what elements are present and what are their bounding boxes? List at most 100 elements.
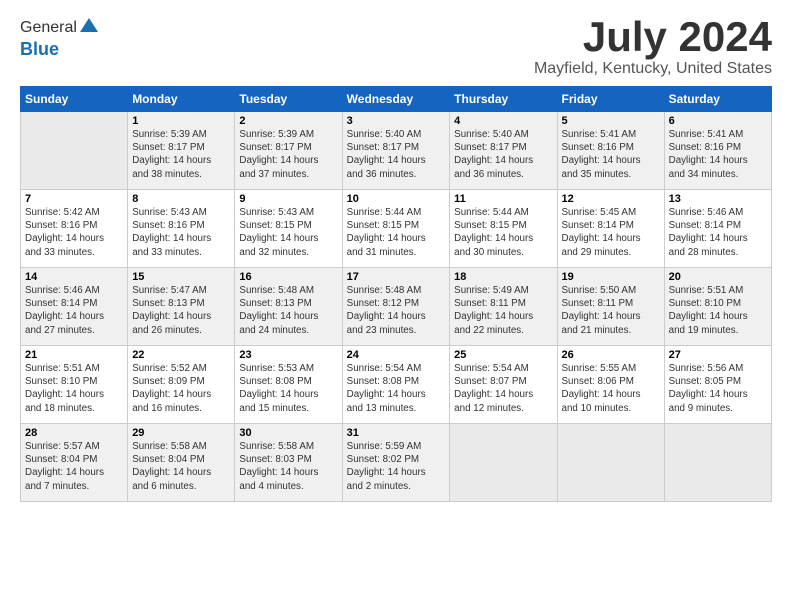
logo: General Blue — [20, 16, 98, 60]
calendar-cell: 2Sunrise: 5:39 AM Sunset: 8:17 PM Daylig… — [235, 112, 342, 190]
day-number: 28 — [25, 427, 123, 439]
day-info: Sunrise: 5:57 AM Sunset: 8:04 PM Dayligh… — [25, 440, 123, 493]
calendar-cell: 18Sunrise: 5:49 AM Sunset: 8:11 PM Dayli… — [450, 268, 557, 346]
calendar-cell: 20Sunrise: 5:51 AM Sunset: 8:10 PM Dayli… — [664, 268, 771, 346]
calendar-header-tuesday: Tuesday — [235, 87, 342, 112]
day-number: 26 — [562, 349, 660, 361]
calendar-table: SundayMondayTuesdayWednesdayThursdayFrid… — [20, 86, 772, 502]
calendar-cell: 6Sunrise: 5:41 AM Sunset: 8:16 PM Daylig… — [664, 112, 771, 190]
day-number: 9 — [239, 193, 337, 205]
day-info: Sunrise: 5:46 AM Sunset: 8:14 PM Dayligh… — [669, 206, 767, 259]
day-number: 16 — [239, 271, 337, 283]
calendar-week-row: 1Sunrise: 5:39 AM Sunset: 8:17 PM Daylig… — [21, 112, 772, 190]
day-number: 31 — [347, 427, 446, 439]
calendar-cell: 12Sunrise: 5:45 AM Sunset: 8:14 PM Dayli… — [557, 190, 664, 268]
calendar-cell: 3Sunrise: 5:40 AM Sunset: 8:17 PM Daylig… — [342, 112, 450, 190]
day-info: Sunrise: 5:52 AM Sunset: 8:09 PM Dayligh… — [132, 362, 230, 415]
calendar-week-row: 28Sunrise: 5:57 AM Sunset: 8:04 PM Dayli… — [21, 424, 772, 502]
day-info: Sunrise: 5:49 AM Sunset: 8:11 PM Dayligh… — [454, 284, 552, 337]
day-info: Sunrise: 5:51 AM Sunset: 8:10 PM Dayligh… — [25, 362, 123, 415]
day-info: Sunrise: 5:48 AM Sunset: 8:13 PM Dayligh… — [239, 284, 337, 337]
calendar-week-row: 7Sunrise: 5:42 AM Sunset: 8:16 PM Daylig… — [21, 190, 772, 268]
calendar-cell — [21, 112, 128, 190]
day-number: 8 — [132, 193, 230, 205]
calendar-cell — [557, 424, 664, 502]
page: General Blue July 2024 Mayfield, Kentuck… — [0, 0, 792, 612]
day-info: Sunrise: 5:48 AM Sunset: 8:12 PM Dayligh… — [347, 284, 446, 337]
day-info: Sunrise: 5:40 AM Sunset: 8:17 PM Dayligh… — [454, 128, 552, 181]
day-info: Sunrise: 5:58 AM Sunset: 8:03 PM Dayligh… — [239, 440, 337, 493]
calendar-cell: 5Sunrise: 5:41 AM Sunset: 8:16 PM Daylig… — [557, 112, 664, 190]
calendar-cell: 26Sunrise: 5:55 AM Sunset: 8:06 PM Dayli… — [557, 346, 664, 424]
day-info: Sunrise: 5:59 AM Sunset: 8:02 PM Dayligh… — [347, 440, 446, 493]
calendar-header-sunday: Sunday — [21, 87, 128, 112]
calendar-cell: 31Sunrise: 5:59 AM Sunset: 8:02 PM Dayli… — [342, 424, 450, 502]
day-info: Sunrise: 5:43 AM Sunset: 8:16 PM Dayligh… — [132, 206, 230, 259]
calendar-cell: 14Sunrise: 5:46 AM Sunset: 8:14 PM Dayli… — [21, 268, 128, 346]
day-number: 25 — [454, 349, 552, 361]
day-number: 14 — [25, 271, 123, 283]
month-title: July 2024 — [534, 16, 772, 58]
day-info: Sunrise: 5:39 AM Sunset: 8:17 PM Dayligh… — [239, 128, 337, 181]
day-info: Sunrise: 5:45 AM Sunset: 8:14 PM Dayligh… — [562, 206, 660, 259]
calendar-cell: 1Sunrise: 5:39 AM Sunset: 8:17 PM Daylig… — [128, 112, 235, 190]
day-number: 27 — [669, 349, 767, 361]
day-info: Sunrise: 5:51 AM Sunset: 8:10 PM Dayligh… — [669, 284, 767, 337]
calendar-cell: 28Sunrise: 5:57 AM Sunset: 8:04 PM Dayli… — [21, 424, 128, 502]
day-info: Sunrise: 5:39 AM Sunset: 8:17 PM Dayligh… — [132, 128, 230, 181]
day-number: 3 — [347, 115, 446, 127]
day-info: Sunrise: 5:44 AM Sunset: 8:15 PM Dayligh… — [454, 206, 552, 259]
day-info: Sunrise: 5:42 AM Sunset: 8:16 PM Dayligh… — [25, 206, 123, 259]
day-info: Sunrise: 5:50 AM Sunset: 8:11 PM Dayligh… — [562, 284, 660, 337]
day-number: 21 — [25, 349, 123, 361]
day-number: 1 — [132, 115, 230, 127]
calendar-header-friday: Friday — [557, 87, 664, 112]
day-info: Sunrise: 5:46 AM Sunset: 8:14 PM Dayligh… — [25, 284, 123, 337]
day-info: Sunrise: 5:40 AM Sunset: 8:17 PM Dayligh… — [347, 128, 446, 181]
calendar-week-row: 14Sunrise: 5:46 AM Sunset: 8:14 PM Dayli… — [21, 268, 772, 346]
calendar-cell: 4Sunrise: 5:40 AM Sunset: 8:17 PM Daylig… — [450, 112, 557, 190]
day-info: Sunrise: 5:58 AM Sunset: 8:04 PM Dayligh… — [132, 440, 230, 493]
day-info: Sunrise: 5:54 AM Sunset: 8:08 PM Dayligh… — [347, 362, 446, 415]
day-info: Sunrise: 5:41 AM Sunset: 8:16 PM Dayligh… — [669, 128, 767, 181]
header: General Blue July 2024 Mayfield, Kentuck… — [20, 16, 772, 78]
calendar-cell: 25Sunrise: 5:54 AM Sunset: 8:07 PM Dayli… — [450, 346, 557, 424]
day-info: Sunrise: 5:54 AM Sunset: 8:07 PM Dayligh… — [454, 362, 552, 415]
calendar-cell: 27Sunrise: 5:56 AM Sunset: 8:05 PM Dayli… — [664, 346, 771, 424]
calendar-week-row: 21Sunrise: 5:51 AM Sunset: 8:10 PM Dayli… — [21, 346, 772, 424]
logo-icon — [80, 16, 98, 34]
day-info: Sunrise: 5:53 AM Sunset: 8:08 PM Dayligh… — [239, 362, 337, 415]
day-number: 30 — [239, 427, 337, 439]
calendar-cell: 16Sunrise: 5:48 AM Sunset: 8:13 PM Dayli… — [235, 268, 342, 346]
day-number: 18 — [454, 271, 552, 283]
day-info: Sunrise: 5:43 AM Sunset: 8:15 PM Dayligh… — [239, 206, 337, 259]
calendar-header-saturday: Saturday — [664, 87, 771, 112]
logo-blue: Blue — [20, 39, 59, 59]
calendar-cell: 21Sunrise: 5:51 AM Sunset: 8:10 PM Dayli… — [21, 346, 128, 424]
calendar-cell: 24Sunrise: 5:54 AM Sunset: 8:08 PM Dayli… — [342, 346, 450, 424]
day-number: 13 — [669, 193, 767, 205]
day-number: 15 — [132, 271, 230, 283]
calendar-header-wednesday: Wednesday — [342, 87, 450, 112]
calendar-cell: 30Sunrise: 5:58 AM Sunset: 8:03 PM Dayli… — [235, 424, 342, 502]
day-number: 4 — [454, 115, 552, 127]
day-number: 7 — [25, 193, 123, 205]
calendar-cell: 15Sunrise: 5:47 AM Sunset: 8:13 PM Dayli… — [128, 268, 235, 346]
day-info: Sunrise: 5:55 AM Sunset: 8:06 PM Dayligh… — [562, 362, 660, 415]
logo-general: General — [20, 19, 77, 37]
day-number: 11 — [454, 193, 552, 205]
day-number: 12 — [562, 193, 660, 205]
location-title: Mayfield, Kentucky, United States — [534, 60, 772, 78]
calendar-cell: 11Sunrise: 5:44 AM Sunset: 8:15 PM Dayli… — [450, 190, 557, 268]
day-number: 6 — [669, 115, 767, 127]
day-info: Sunrise: 5:47 AM Sunset: 8:13 PM Dayligh… — [132, 284, 230, 337]
day-number: 23 — [239, 349, 337, 361]
day-number: 29 — [132, 427, 230, 439]
calendar-cell: 10Sunrise: 5:44 AM Sunset: 8:15 PM Dayli… — [342, 190, 450, 268]
calendar-header-row: SundayMondayTuesdayWednesdayThursdayFrid… — [21, 87, 772, 112]
calendar-cell — [450, 424, 557, 502]
day-number: 17 — [347, 271, 446, 283]
calendar-cell: 9Sunrise: 5:43 AM Sunset: 8:15 PM Daylig… — [235, 190, 342, 268]
calendar-header-thursday: Thursday — [450, 87, 557, 112]
calendar-cell: 7Sunrise: 5:42 AM Sunset: 8:16 PM Daylig… — [21, 190, 128, 268]
